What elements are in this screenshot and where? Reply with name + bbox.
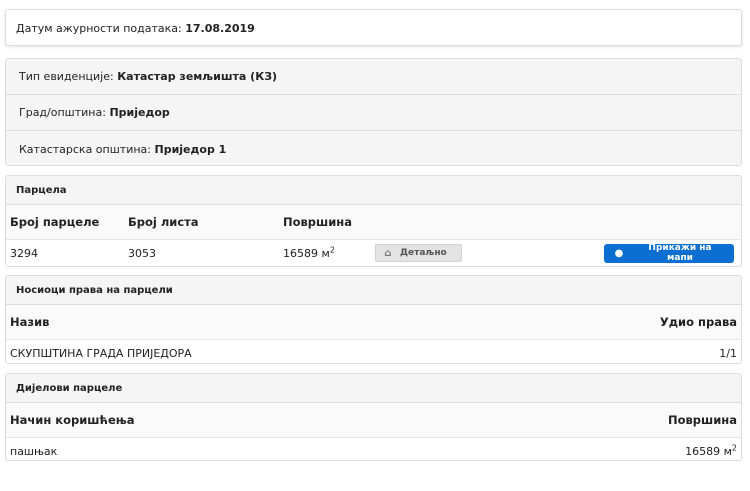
col-area: Површина [283,215,353,229]
date-value: 17.08.2019 [185,22,255,35]
record-type-value: Катастар земљишта (КЗ) [117,70,278,83]
col-parcel-number: Број парцеле [10,215,100,229]
parcel-parts-title: Дијелови парцеле [6,374,741,403]
part-area-value: 16589 [685,444,721,458]
record-type-label: Тип евиденције: [19,70,114,83]
parcel-area-unit: м [321,246,330,260]
parcel-area: 16589 м2 [283,244,375,260]
part-area-unit: м [723,444,732,458]
city-row: Град/општина: Приједор [6,95,741,131]
part-area-exp: 2 [731,442,737,452]
owner-name: СКУПШТИНА ГРАДА ПРИЈЕДОРА [10,346,192,360]
parcel-section-title: Парцела [6,176,741,205]
cadastral-municipality-label: Катастарска општина: [19,142,151,156]
col-parts-area: Површина [667,413,737,427]
date-label: Датум ажурности података: [16,22,182,35]
table-row: 3294 3053 16589 м2 ⌂ Детаљно ● Прикажи н… [6,240,741,266]
col-sheet-number: Број листа [128,215,199,229]
owners-section: Носиоци права на парцели Назив Удио прав… [5,275,742,364]
parcel-area-value: 16589 [283,246,318,260]
table-row: СКУПШТИНА ГРАДА ПРИЈЕДОРА 1/1 [6,340,741,363]
parcel-table-header: Број парцеле Број листа Површина [6,205,741,240]
sheet-number: 3053 [128,246,156,260]
cadastral-municipality-value: Приједор 1 [154,142,227,156]
parcel-area-exp: 2 [329,244,335,254]
parcel-number: 3294 [10,246,38,260]
owners-table-header: Назив Удио права [6,305,741,340]
part-area: 16589 м2 [685,442,737,458]
map-marker-icon: ● [614,247,624,259]
home-icon: ⌂ [384,247,392,259]
parts-table-header: Начин коришћења Површина [6,403,741,438]
col-name: Назив [10,315,50,329]
parcel-section: Парцела Број парцеле Број листа Површина… [5,175,742,267]
table-row: пашњак 16589 м2 [6,438,741,460]
city-label: Град/општина: [19,106,106,119]
owners-section-title: Носиоци права на парцели [6,276,741,305]
info-panel: Тип евиденције: Катастар земљишта (КЗ) Г… [5,58,742,166]
show-on-map-label: Прикажи на мапи [648,243,712,263]
detail-button-label: Детаљно [400,248,447,258]
parcel-parts-section: Дијелови парцеле Начин коришћења Површин… [5,373,742,461]
col-share: Удио права [659,315,737,329]
detail-button[interactable]: ⌂ Детаљно [375,244,462,262]
city-value: Приједор [109,106,170,119]
data-date-panel: Датум ажурности података: 17.08.2019 [5,9,742,46]
part-usage: пашњак [10,444,58,458]
show-on-map-button[interactable]: ● Прикажи на мапи [604,243,734,263]
cadastral-municipality-row: Катастарска општина: Приједор 1 [6,131,741,167]
owner-share: 1/1 [719,346,737,360]
record-type-row: Тип евиденције: Катастар земљишта (КЗ) [6,59,741,95]
col-usage: Начин коришћења [10,413,135,427]
